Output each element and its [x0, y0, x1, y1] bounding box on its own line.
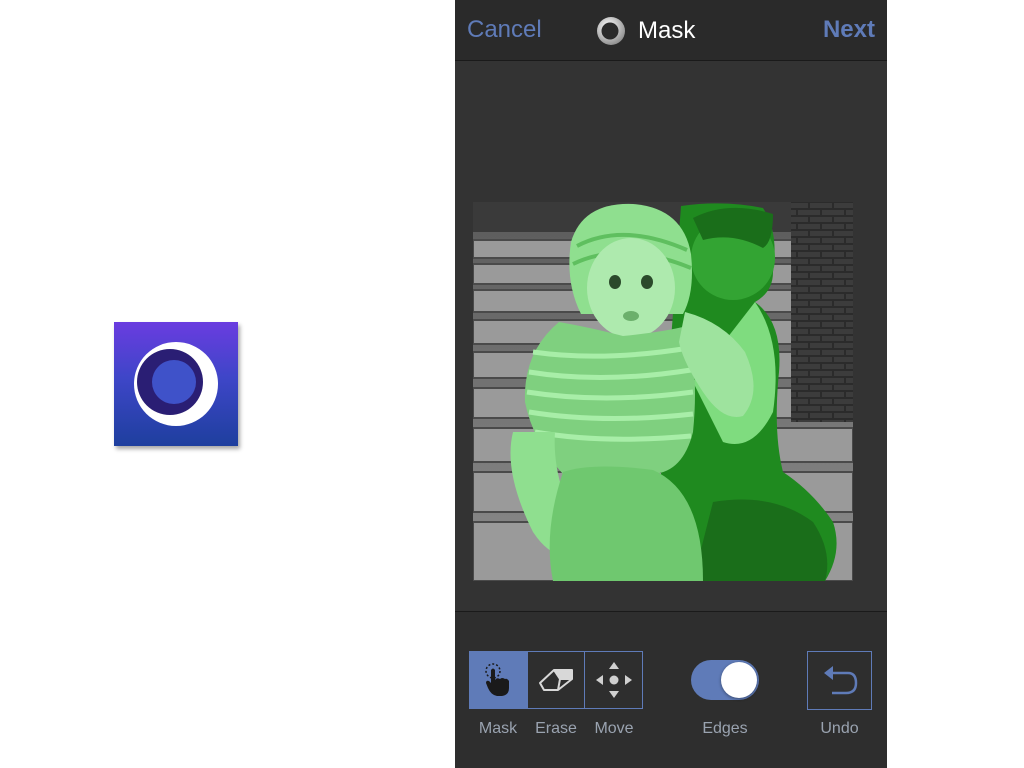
hand-pointer-icon — [485, 663, 510, 696]
editing-canvas — [455, 61, 887, 610]
edges-label: Edges — [702, 720, 748, 737]
navigation-bar: Cancel Mask Next — [455, 0, 887, 61]
eraser-icon — [539, 669, 573, 691]
mask-editor-screen: Cancel Mask Next Mask Erase Move Edges U… — [455, 0, 887, 768]
tool-segmented-control — [469, 651, 643, 709]
app-logo-icon — [114, 322, 238, 446]
move-arrows-icon — [595, 662, 632, 698]
photo-canvas[interactable] — [473, 202, 853, 581]
bottom-toolbar: Mask Erase Move Edges Undo — [455, 611, 887, 768]
erase-tool-label: Erase — [535, 720, 577, 737]
nav-title-group: Mask — [596, 14, 695, 48]
cancel-button[interactable]: Cancel — [467, 16, 542, 44]
ring-logo-icon — [597, 17, 625, 45]
mask-tool-label: Mask — [478, 720, 518, 737]
erase-tool-button[interactable] — [528, 652, 586, 708]
undo-button[interactable] — [807, 651, 872, 710]
toggle-knob — [721, 662, 757, 698]
undo-label: Undo — [820, 720, 859, 737]
move-tool-label: Move — [594, 720, 634, 737]
move-tool-button[interactable] — [585, 652, 642, 708]
mask-tool-button[interactable] — [470, 652, 528, 708]
edges-toggle[interactable] — [691, 660, 759, 700]
page-title: Mask — [638, 17, 696, 44]
undo-arrow-icon — [823, 665, 857, 694]
next-button[interactable]: Next — [823, 16, 875, 44]
